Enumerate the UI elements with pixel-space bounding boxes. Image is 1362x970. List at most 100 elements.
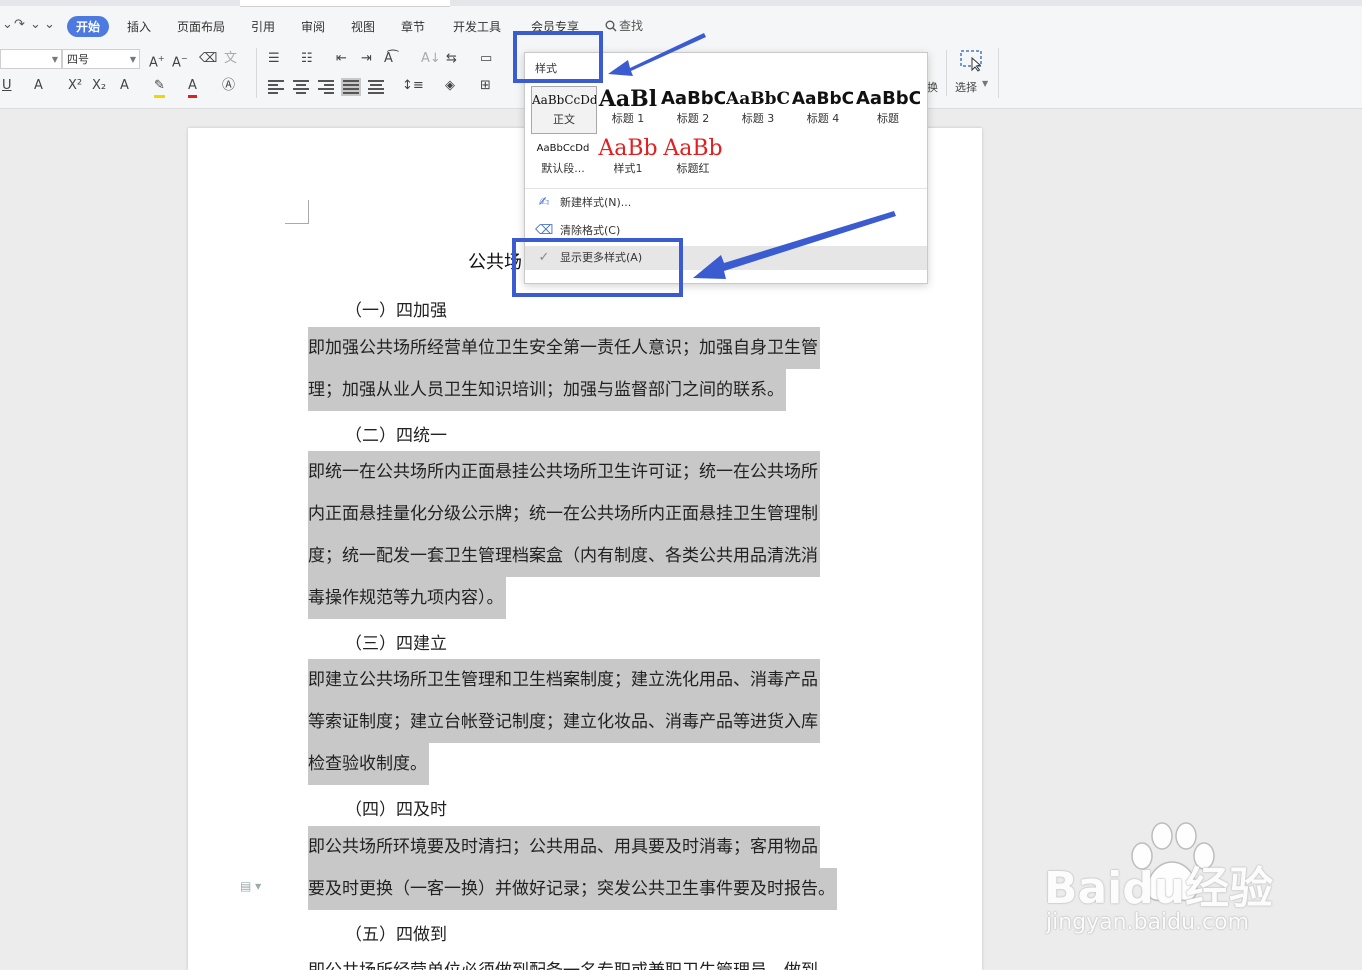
divider xyxy=(525,188,927,189)
new-style-icon: ✍ xyxy=(538,195,550,210)
decrease-indent-icon[interactable]: ⇤ xyxy=(336,50,347,68)
line-spacing-icon[interactable]: ↕≡ xyxy=(402,77,424,95)
section-heading: （四）四及时 xyxy=(345,800,447,820)
show-marks-icon[interactable]: ⇆ xyxy=(446,50,457,68)
selected-text-line: 内正面悬挂量化分级公示牌；统一在公共场所内正面悬挂卫生管理制 xyxy=(308,493,820,535)
style-heading-1[interactable]: AaBl 标题 1 xyxy=(596,86,660,132)
font-size-combo[interactable]: 四号 ▼ xyxy=(62,49,140,69)
font-color-icon[interactable]: A xyxy=(188,77,197,98)
selected-text-line: 理；加强从业人员卫生知识培训；加强与监督部门之间的联系。 xyxy=(308,369,786,411)
divider xyxy=(946,50,947,96)
selected-text-line: 毒操作规范等九项内容）。 xyxy=(308,577,506,619)
style-name: 样式1 xyxy=(613,162,643,175)
style-normal[interactable]: AaBbCcDd 正文 xyxy=(531,86,597,134)
style-name: 标题 1 xyxy=(611,112,645,125)
increase-indent-icon[interactable]: ⇥ xyxy=(361,50,372,68)
select-cursor-icon[interactable] xyxy=(960,50,984,72)
font-name-combo[interactable]: ▼ xyxy=(0,49,62,69)
margin-mark xyxy=(285,223,309,224)
style-title[interactable]: AaBbC 标题 xyxy=(856,86,920,132)
text-effect-icon[interactable]: A xyxy=(120,77,129,95)
sort-icon[interactable]: A↓ xyxy=(421,50,441,68)
char-border-icon[interactable]: Ⓐ xyxy=(222,77,235,95)
replace-label[interactable]: 换 xyxy=(927,79,938,95)
tab-developer[interactable]: 开发工具 xyxy=(453,18,501,35)
grow-font-icon[interactable]: A+ xyxy=(149,50,165,72)
underline-icon[interactable]: U xyxy=(2,77,12,95)
selected-text-line: 即建立公共场所卫生管理和卫生档案制度；建立洗化用品、消毒产品 xyxy=(308,659,820,701)
section-heading: （二）四统一 xyxy=(345,426,447,446)
annotation-arrow xyxy=(693,211,896,279)
style-name: 标题 4 xyxy=(806,112,840,125)
selected-text-line: 即统一在公共场所内正面悬挂公共场所卫生许可证；统一在公共场所 xyxy=(308,451,820,493)
ruler-icon[interactable]: ▭ xyxy=(480,50,492,68)
annotation-box-show-more xyxy=(512,238,683,297)
style-sample: AaBl xyxy=(598,86,658,112)
paragraph-marker-icon[interactable]: ▤ ▾ xyxy=(240,879,261,893)
chevron-down-icon[interactable]: ▼ xyxy=(982,79,988,88)
highlight-icon[interactable]: ✎ xyxy=(154,77,165,98)
style-title-red[interactable]: AaBb 标题红 xyxy=(661,136,725,182)
tab-chapter[interactable]: 章节 xyxy=(401,18,425,35)
document-tab[interactable] xyxy=(240,0,450,7)
align-right-icon[interactable] xyxy=(318,80,334,94)
annotation-arrow xyxy=(608,33,706,76)
style-sample: AaBbCcDd xyxy=(532,93,596,107)
style-default-paragraph[interactable]: AaBbCcDd 默认段... xyxy=(531,136,595,182)
style-sample: AaBb xyxy=(663,136,723,161)
customize-quick-access-icon[interactable]: ⌄ xyxy=(44,17,55,32)
tab-view[interactable]: 视图 xyxy=(351,18,375,35)
distributed-icon[interactable] xyxy=(368,80,384,94)
bullet-list-icon[interactable]: ☰ xyxy=(268,50,280,68)
paragraph: 即统一在公共场所内正面悬挂公共场所卫生许可证；统一在公共场所 内正面悬挂量化分级… xyxy=(308,451,868,619)
superscript-icon[interactable]: X² xyxy=(68,77,82,95)
eraser-icon[interactable]: ⌫ xyxy=(199,50,217,68)
tab-page-layout[interactable]: 页面布局 xyxy=(177,18,225,35)
tab-references[interactable]: 引用 xyxy=(251,18,275,35)
style-name: 正文 xyxy=(553,113,575,126)
tab-home[interactable]: 开始 xyxy=(67,16,110,37)
font-size-value: 四号 xyxy=(67,53,89,66)
select-label[interactable]: 选择 xyxy=(955,79,977,95)
pinyin-icon[interactable]: 文 xyxy=(224,50,237,68)
paragraph: 即公共场所经营单位必须做到配备一名专职或兼职卫生管理员，做到 xyxy=(308,950,868,970)
style-heading-2[interactable]: AaBbC 标题 2 xyxy=(661,86,725,132)
chevron-down-icon: ▼ xyxy=(51,55,58,64)
style-name: 标题 xyxy=(877,112,899,125)
section-heading: （三）四建立 xyxy=(345,634,447,654)
selected-text-line: 度；统一配发一套卫生管理档案盒（内有制度、各类公共用品清洗消 xyxy=(308,535,820,577)
style-sample: AaBbC xyxy=(726,89,790,109)
align-center-icon[interactable] xyxy=(293,80,309,94)
justify-icon[interactable] xyxy=(341,78,361,96)
numbered-list-icon[interactable]: ☷ xyxy=(301,50,313,68)
paragraph: 即建立公共场所卫生管理和卫生档案制度；建立洗化用品、消毒产品 等索证制度；建立台… xyxy=(308,659,868,785)
text-direction-icon[interactable]: A͡ xyxy=(384,50,393,68)
annotation-box-styles xyxy=(513,31,603,83)
align-left-icon[interactable] xyxy=(268,80,284,94)
style-name: 标题 3 xyxy=(741,112,775,125)
new-style-label: 新建样式(N)... xyxy=(560,196,632,209)
selected-text-line: 即公共场所环境要及时清扫；公共用品、用具要及时消毒；客用物品 xyxy=(308,826,820,868)
tab-insert[interactable]: 插入 xyxy=(127,18,151,35)
shading-icon[interactable]: ◈ xyxy=(445,77,455,95)
style-heading-4[interactable]: AaBbC 标题 4 xyxy=(791,86,855,132)
divider xyxy=(998,48,999,98)
style-heading-3[interactable]: AaBbC 标题 3 xyxy=(726,86,790,132)
tab-review[interactable]: 审阅 xyxy=(301,18,325,35)
border-icon[interactable]: ⊞ xyxy=(480,77,491,95)
paragraph: 即公共场所环境要及时清扫；公共用品、用具要及时消毒；客用物品 要及时更换（一客一… xyxy=(308,826,868,910)
title-strip xyxy=(0,0,1362,7)
strikethrough-icon[interactable]: A xyxy=(34,77,43,95)
redo-icon[interactable]: ↷ xyxy=(14,17,25,32)
selected-text-line: 要及时更换（一客一换）并做好记录；突发公共卫生事件要及时报告。 xyxy=(308,868,837,910)
redo-dropdown-icon-2[interactable]: ⌄ xyxy=(30,17,41,32)
redo-dropdown-icon[interactable]: ⌄ xyxy=(2,17,13,32)
style-name: 标题红 xyxy=(676,162,710,175)
section-heading: （一）四加强 xyxy=(345,301,447,321)
style-custom-1[interactable]: AaBb 样式1 xyxy=(596,136,660,182)
shrink-font-icon[interactable]: A− xyxy=(172,50,188,72)
subscript-icon[interactable]: X₂ xyxy=(92,77,106,95)
text-line: 即公共场所经营单位必须做到配备一名专职或兼职卫生管理员，做到 xyxy=(308,950,820,970)
selected-text-line: 等索证制度；建立台帐登记制度；建立化妆品、消毒产品等进货入库 xyxy=(308,701,820,743)
section-heading: （五）四做到 xyxy=(345,925,447,945)
